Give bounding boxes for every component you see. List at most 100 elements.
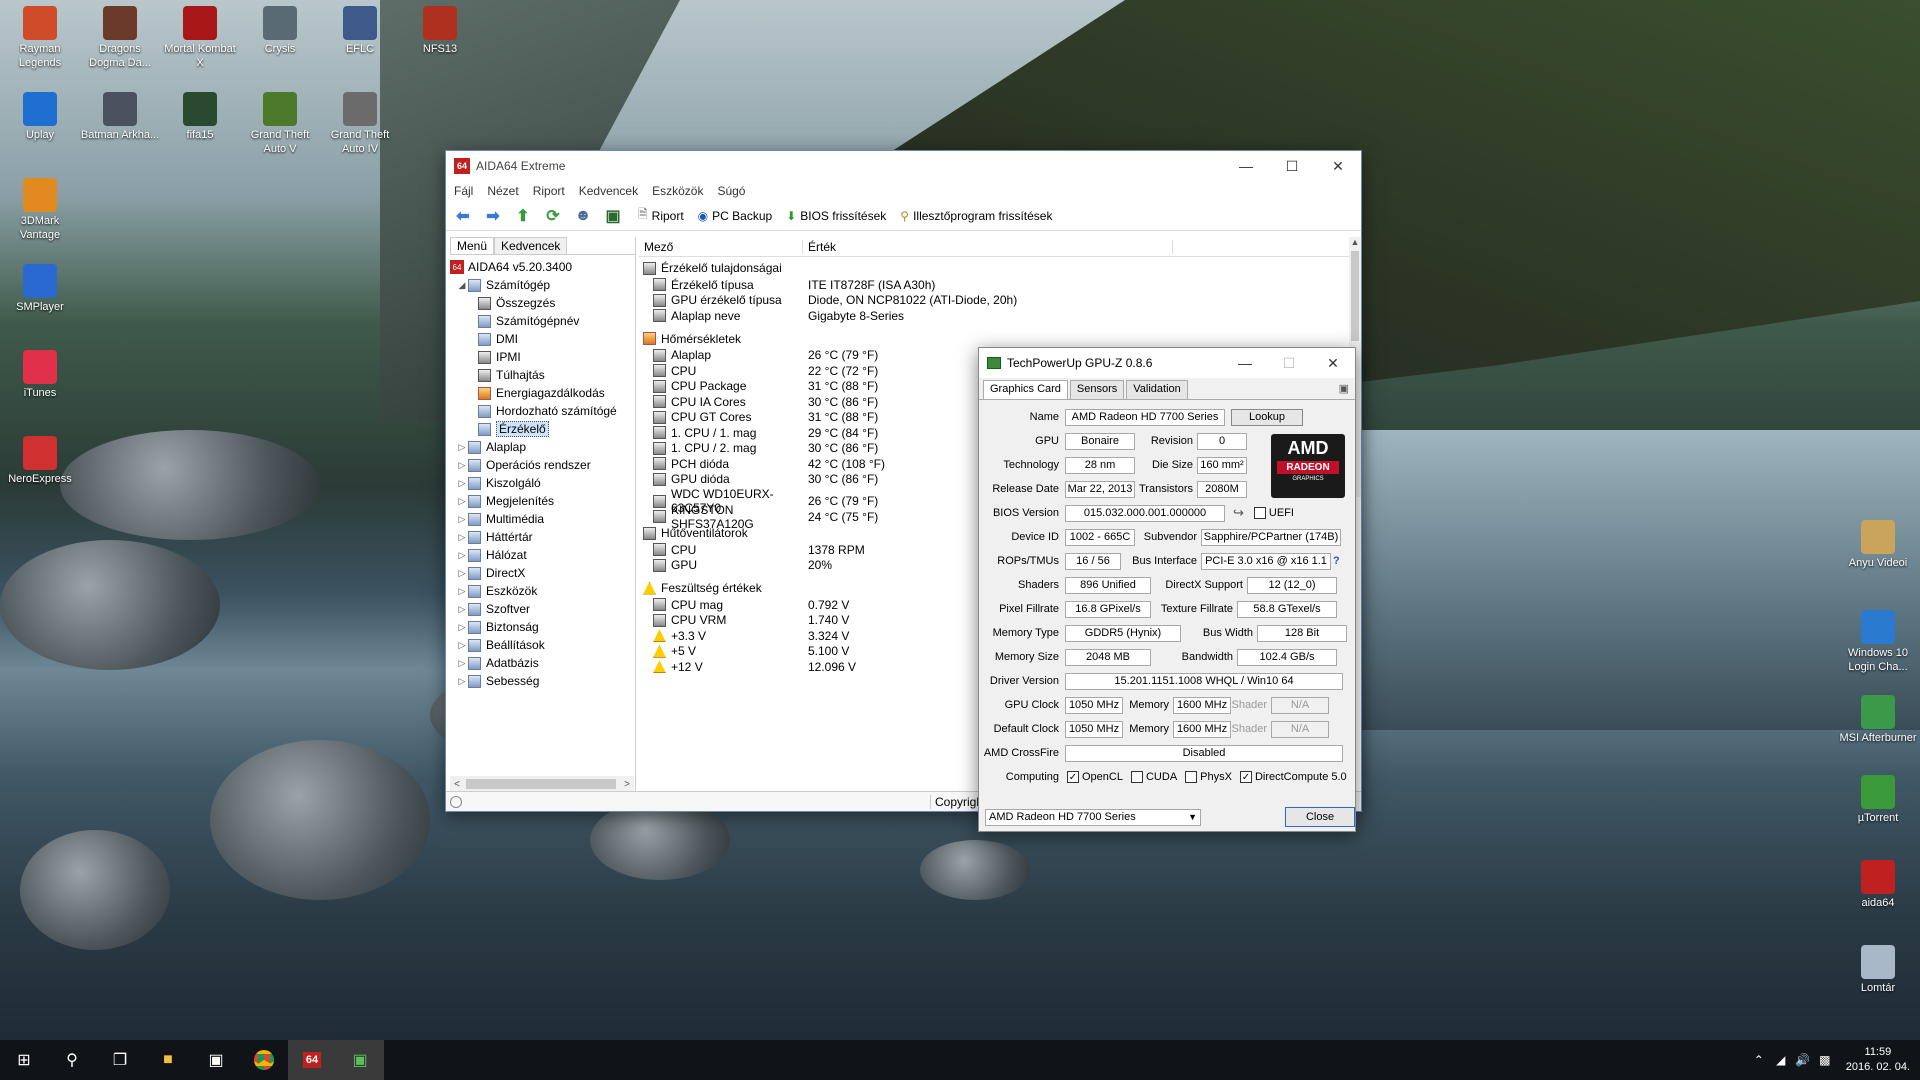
user-icon[interactable]: ☻	[572, 205, 594, 227]
desktop-icon[interactable]: Uplay	[0, 92, 80, 142]
tree-item[interactable]: ▷ Sebesség	[450, 672, 635, 690]
chevron-up-icon[interactable]: ⌃	[1748, 1053, 1770, 1067]
maximize-button[interactable]: ☐	[1269, 151, 1315, 181]
forward-arrow-icon[interactable]: ➡	[482, 205, 504, 227]
desktop-icon[interactable]: 3DMark Vantage	[0, 178, 80, 242]
close-button[interactable]: ✕	[1315, 151, 1361, 181]
expand-icon[interactable]: ▷	[456, 622, 468, 633]
desktop-icon[interactable]: SMPlayer	[0, 264, 80, 314]
tab-sensors[interactable]: Sensors	[1069, 380, 1125, 399]
tree-item[interactable]: ▷ Biztonság	[450, 618, 635, 636]
tab-validation[interactable]: Validation	[1126, 380, 1188, 399]
lookup-button[interactable]: Lookup	[1231, 408, 1303, 426]
tree-item[interactable]: ▷ Kiszolgáló	[450, 474, 635, 492]
report-button[interactable]: 🗎 Riport	[638, 205, 684, 226]
tree-item[interactable]: ▷ DirectX	[450, 564, 635, 582]
tree-item[interactable]: ▷ Háttértár	[450, 528, 635, 546]
desktop-icon[interactable]: iTunes	[0, 350, 80, 400]
expand-icon[interactable]: ▷	[456, 478, 468, 489]
tab-graphics-card[interactable]: Graphics Card	[983, 380, 1068, 399]
horizontal-scrollbar[interactable]: < >	[450, 776, 634, 792]
bios-update-button[interactable]: ⬇ BIOS frissítések	[786, 209, 886, 223]
tree-item[interactable]: Érzékelő	[450, 420, 635, 438]
menu-item[interactable]: Fájl	[454, 184, 473, 198]
desktop-icon[interactable]: NeroExpress	[0, 436, 80, 486]
expand-icon[interactable]: ▷	[456, 604, 468, 615]
close-dialog-button[interactable]: Close	[1285, 807, 1355, 827]
tree-item[interactable]: Túlhajtás	[450, 366, 635, 384]
start-button[interactable]: ⊞	[0, 1040, 48, 1080]
monitor-icon[interactable]: ▣	[602, 205, 624, 227]
desktop-icon[interactable]: Grand Theft Auto IV	[320, 92, 400, 156]
expand-icon[interactable]: ▷	[456, 496, 468, 507]
up-arrow-icon[interactable]: ⬆	[512, 205, 534, 227]
aida64-taskbar-icon[interactable]: 64	[288, 1040, 336, 1080]
menu-item[interactable]: Nézet	[487, 184, 518, 198]
desktop-icon[interactable]: Dragons Dogma Da...	[80, 6, 160, 70]
tree-root[interactable]: 64 AIDA64 v5.20.3400	[450, 258, 635, 276]
tree-item[interactable]: ▷ Hálózat	[450, 546, 635, 564]
desktop-icon[interactable]: Grand Theft Auto V	[240, 92, 320, 156]
desktop-icon[interactable]: MSI Afterburner	[1838, 695, 1918, 745]
volume-icon[interactable]: 🔊	[1792, 1053, 1814, 1067]
expand-icon[interactable]: ▷	[456, 586, 468, 597]
tree-item[interactable]: IPMI	[450, 348, 635, 366]
search-icon[interactable]: ⚲	[48, 1040, 96, 1080]
menu-item[interactable]: Eszközök	[652, 184, 703, 198]
expand-icon[interactable]: ▷	[456, 640, 468, 651]
tree-item[interactable]: Összegzés	[450, 294, 635, 312]
tree-item[interactable]: Számítógépnév	[450, 312, 635, 330]
menu-item[interactable]: Súgó	[717, 184, 745, 198]
share-icon[interactable]: ↪	[1233, 505, 1244, 521]
tree-item[interactable]: ▷ Beállítások	[450, 636, 635, 654]
gpuz-taskbar-icon[interactable]: ▣	[336, 1040, 384, 1080]
store-icon[interactable]: ▣	[192, 1040, 240, 1080]
desktop-icon[interactable]: Mortal Kombat X	[160, 6, 240, 70]
desktop-icon[interactable]: EFLC	[320, 6, 400, 56]
desktop-icon[interactable]: Windows 10 Login Cha...	[1838, 610, 1918, 674]
sensor-row[interactable]: GPU érzékelő típusa Diode, ON NCP81022 (A…	[639, 293, 1349, 309]
pc-backup-button[interactable]: ◉ PC Backup	[698, 209, 773, 223]
gpuz-close-button[interactable]: ✕	[1311, 348, 1355, 378]
expand-icon[interactable]: ▷	[456, 658, 468, 669]
network-icon[interactable]: ◢	[1770, 1053, 1792, 1067]
expand-icon[interactable]: ▷	[456, 532, 468, 543]
left-pane-tab[interactable]: Menü	[450, 237, 495, 254]
menu-item[interactable]: Kedvencek	[579, 184, 638, 198]
camera-icon[interactable]: ▣	[1333, 380, 1355, 399]
notification-icon[interactable]: ▩	[1814, 1053, 1836, 1067]
tree-item[interactable]: Hordozható számítógé	[450, 402, 635, 420]
gpu-select-dropdown[interactable]: AMD Radeon HD 7700 Series ▼	[985, 808, 1201, 826]
desktop-icon[interactable]: µTorrent	[1838, 775, 1918, 825]
tree-item[interactable]: ◢ Számítógép	[450, 276, 635, 294]
desktop-icon[interactable]: Anyu Videoi	[1838, 520, 1918, 570]
expand-icon[interactable]: ▷	[456, 550, 468, 561]
desktop-icon[interactable]: Crysis	[240, 6, 320, 56]
expand-icon[interactable]: ▷	[456, 676, 468, 687]
desktop-icon[interactable]: fifa15	[160, 92, 240, 142]
cuda-checkbox[interactable]: CUDA	[1130, 771, 1177, 783]
directcompute-checkbox[interactable]: ✓ DirectCompute 5.0	[1239, 771, 1347, 783]
expand-icon[interactable]: ◢	[456, 280, 468, 291]
gpuz-maximize-button[interactable]: ☐	[1267, 348, 1311, 378]
back-arrow-icon[interactable]: ⬅	[452, 205, 474, 227]
sensor-row[interactable]: Érzékelő típusa ITE IT8728F (ISA A30h)	[639, 277, 1349, 293]
help-icon[interactable]: ?	[1333, 555, 1340, 567]
driver-update-button[interactable]: ⚲ Illesztőprogram frissítések	[900, 209, 1052, 223]
desktop-icon[interactable]: Lomtár	[1838, 945, 1918, 995]
tree-item[interactable]: ▷ Szoftver	[450, 600, 635, 618]
physx-checkbox[interactable]: PhysX	[1185, 771, 1232, 783]
tree-item[interactable]: ▷ Multimédia	[450, 510, 635, 528]
value-column-header[interactable]: Érték	[803, 239, 1173, 254]
desktop-icon[interactable]: NFS13	[400, 6, 480, 56]
tree-item[interactable]: Energiagazdálkodás	[450, 384, 635, 402]
aida64-titlebar[interactable]: 64 AIDA64 Extreme — ☐ ✕	[446, 151, 1361, 181]
tree-item[interactable]: DMI	[450, 330, 635, 348]
gpuz-minimize-button[interactable]: —	[1223, 348, 1267, 378]
tree-item[interactable]: ▷ Eszközök	[450, 582, 635, 600]
expand-icon[interactable]: ▷	[456, 460, 468, 471]
desktop-icon[interactable]: Rayman Legends	[0, 6, 80, 70]
expand-icon[interactable]: ▷	[456, 442, 468, 453]
refresh-icon[interactable]: ⟳	[542, 205, 564, 227]
expand-icon[interactable]: ▷	[456, 568, 468, 579]
